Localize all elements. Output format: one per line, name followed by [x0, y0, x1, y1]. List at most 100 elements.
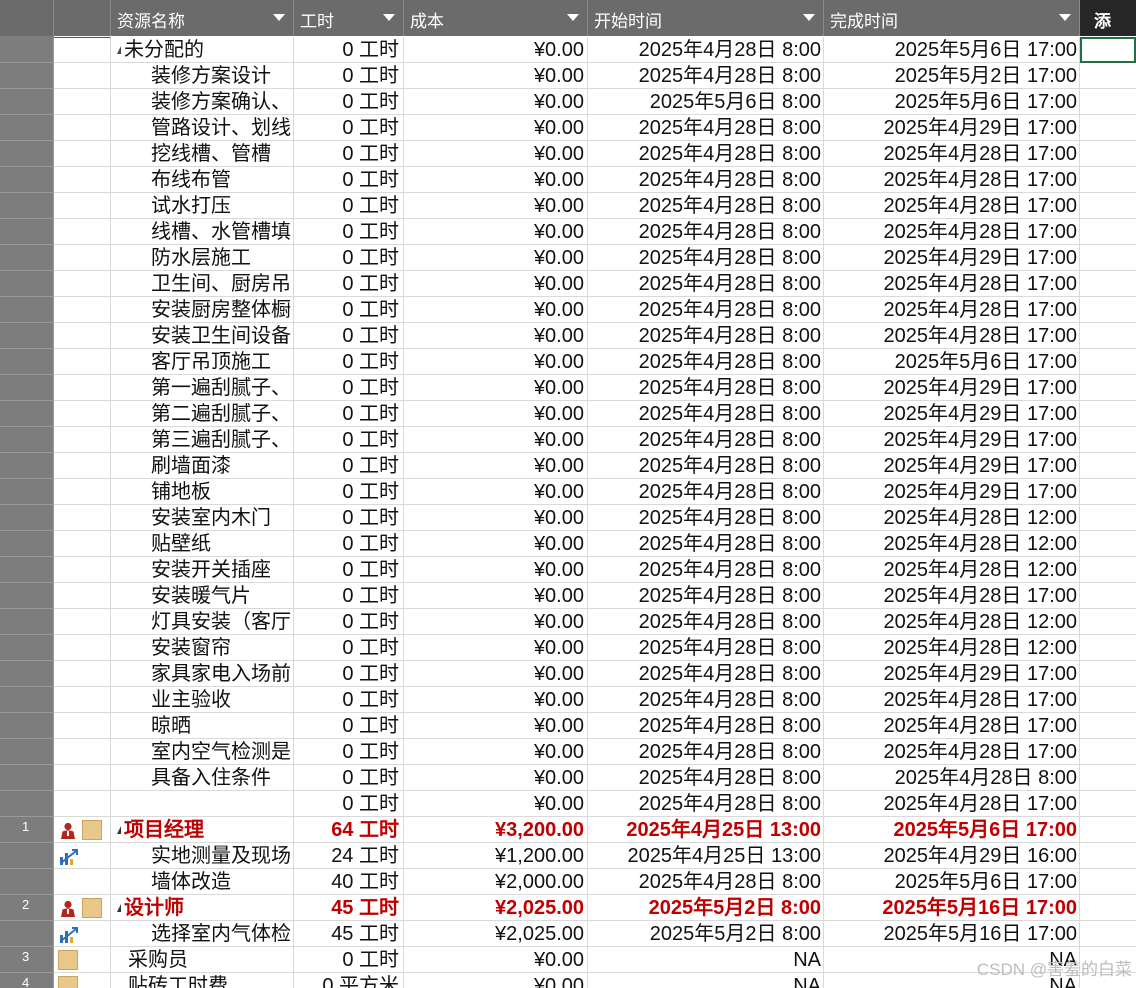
resource-name-cell[interactable]: 具备入住条件	[111, 765, 294, 791]
work-cell[interactable]: 0 工时	[294, 479, 404, 505]
cost-cell[interactable]: ¥0.00	[404, 635, 588, 661]
table-row[interactable]: 安装室内木门 0 工时 ¥0.00 2025年4月28日 8:00 2025年4月28日…	[0, 505, 1136, 531]
table-row[interactable]: 客厅吊顶施工 0 工时 ¥0.00 2025年4月28日 8:00 2025年5月6日 …	[0, 349, 1136, 375]
start-time-cell[interactable]: 2025年4月28日 8:00	[588, 869, 824, 895]
collapse-triangle-icon[interactable]	[113, 904, 121, 912]
start-time-cell[interactable]: 2025年4月28日 8:00	[588, 37, 824, 63]
indicators-cell[interactable]	[54, 739, 111, 765]
row-id-cell[interactable]	[0, 271, 54, 297]
work-cell[interactable]: 0 工时	[294, 531, 404, 557]
cost-cell[interactable]: ¥3,200.00	[404, 817, 588, 843]
add-new-column-header[interactable]: 添	[1080, 0, 1136, 36]
work-cell[interactable]: 40 工时	[294, 869, 404, 895]
add-column-cell[interactable]	[1080, 895, 1136, 921]
row-id-cell[interactable]	[0, 89, 54, 115]
resource-name-cell[interactable]: 第三遍刮腻子、	[111, 427, 294, 453]
indicators-cell[interactable]	[54, 583, 111, 609]
add-column-cell[interactable]	[1080, 869, 1136, 895]
resource-name-cell[interactable]: 卫生间、厨房吊	[111, 271, 294, 297]
cost-cell[interactable]: ¥0.00	[404, 219, 588, 245]
work-cell[interactable]: 0 工时	[294, 219, 404, 245]
row-id-cell[interactable]	[0, 609, 54, 635]
add-column-cell[interactable]	[1080, 609, 1136, 635]
row-id-cell[interactable]	[0, 427, 54, 453]
work-cell[interactable]: 0 工时	[294, 323, 404, 349]
indicators-cell[interactable]	[54, 661, 111, 687]
start-time-cell[interactable]: 2025年5月2日 8:00	[588, 921, 824, 947]
start-time-cell[interactable]: 2025年4月28日 8:00	[588, 635, 824, 661]
row-id-cell[interactable]	[0, 557, 54, 583]
add-column-cell[interactable]	[1080, 245, 1136, 271]
start-time-cell[interactable]: 2025年4月28日 8:00	[588, 349, 824, 375]
add-column-cell[interactable]	[1080, 141, 1136, 167]
start-time-cell[interactable]: 2025年4月28日 8:00	[588, 375, 824, 401]
note-icon[interactable]	[58, 950, 78, 970]
table-row[interactable]: 室内空气检测是 0 工时 ¥0.00 2025年4月28日 8:00 2025年4月28…	[0, 739, 1136, 765]
resource-name-cell[interactable]: 未分配的	[111, 37, 294, 63]
resource-name-cell[interactable]: 安装室内木门	[111, 505, 294, 531]
note-icon[interactable]	[58, 976, 78, 988]
resource-name-cell[interactable]: 安装厨房整体橱	[111, 297, 294, 323]
resource-name-cell[interactable]: 防水层施工	[111, 245, 294, 271]
finish-time-cell[interactable]: 2025年4月28日 12:00	[824, 609, 1080, 635]
indicators-cell[interactable]	[54, 713, 111, 739]
indicators-cell[interactable]	[54, 401, 111, 427]
start-time-cell[interactable]: 2025年4月28日 8:00	[588, 479, 824, 505]
start-time-cell[interactable]: 2025年4月25日 13:00	[588, 843, 824, 869]
work-cell[interactable]: 0 工时	[294, 245, 404, 271]
column-header-cost[interactable]: 成本	[404, 0, 588, 36]
finish-time-cell[interactable]: 2025年4月29日 17:00	[824, 115, 1080, 141]
table-row[interactable]: 安装卫生间设备 0 工时 ¥0.00 2025年4月28日 8:00 2025年4月28…	[0, 323, 1136, 349]
row-id-cell[interactable]	[0, 141, 54, 167]
row-id-cell[interactable]	[0, 401, 54, 427]
start-time-cell[interactable]: NA	[588, 973, 824, 988]
resource-name-cell[interactable]: 选择室内气体检	[111, 921, 294, 947]
add-column-cell[interactable]	[1080, 479, 1136, 505]
row-id-cell[interactable]	[0, 349, 54, 375]
cost-cell[interactable]: ¥0.00	[404, 453, 588, 479]
cost-cell[interactable]: ¥0.00	[404, 661, 588, 687]
column-header-start[interactable]: 开始时间	[588, 0, 824, 36]
table-row[interactable]: 0 工时 ¥0.00 2025年4月28日 8:00 2025年4月28日 17:00	[0, 791, 1136, 817]
resource-name-cell[interactable]	[111, 791, 294, 817]
resource-name-cell[interactable]: 室内空气检测是	[111, 739, 294, 765]
indicators-cell[interactable]	[54, 505, 111, 531]
indicators-cell[interactable]	[54, 869, 111, 895]
cost-cell[interactable]: ¥0.00	[404, 401, 588, 427]
finish-time-cell[interactable]: 2025年4月28日 17:00	[824, 141, 1080, 167]
start-time-cell[interactable]: 2025年4月25日 13:00	[588, 817, 824, 843]
resource-name-cell[interactable]: 客厅吊顶施工	[111, 349, 294, 375]
note-icon[interactable]	[82, 820, 102, 840]
add-column-cell[interactable]	[1080, 167, 1136, 193]
table-row[interactable]: 具备入住条件 0 工时 ¥0.00 2025年4月28日 8:00 2025年4月28日…	[0, 765, 1136, 791]
start-time-cell[interactable]: 2025年4月28日 8:00	[588, 219, 824, 245]
table-row[interactable]: 铺地板 0 工时 ¥0.00 2025年4月28日 8:00 2025年4月29日 17…	[0, 479, 1136, 505]
add-column-cell[interactable]	[1080, 557, 1136, 583]
start-time-cell[interactable]: 2025年4月28日 8:00	[588, 401, 824, 427]
resource-name-cell[interactable]: 刷墙面漆	[111, 453, 294, 479]
row-id-cell[interactable]	[0, 739, 54, 765]
resource-name-cell[interactable]: 装修方案设计	[111, 63, 294, 89]
finish-time-cell[interactable]: 2025年4月29日 17:00	[824, 401, 1080, 427]
finish-time-cell[interactable]: 2025年4月28日 12:00	[824, 531, 1080, 557]
add-column-cell[interactable]	[1080, 791, 1136, 817]
cost-cell[interactable]: ¥1,200.00	[404, 843, 588, 869]
indicators-cell[interactable]	[54, 115, 111, 141]
finish-time-cell[interactable]: 2025年4月29日 17:00	[824, 453, 1080, 479]
cost-cell[interactable]: ¥0.00	[404, 583, 588, 609]
cost-cell[interactable]: ¥0.00	[404, 765, 588, 791]
indicators-cell[interactable]	[54, 973, 111, 988]
resource-name-cell[interactable]: 安装开关插座	[111, 557, 294, 583]
row-id-cell[interactable]	[0, 687, 54, 713]
table-row[interactable]: 贴壁纸 0 工时 ¥0.00 2025年4月28日 8:00 2025年4月28日 12…	[0, 531, 1136, 557]
cost-cell[interactable]: ¥0.00	[404, 791, 588, 817]
cost-cell[interactable]: ¥0.00	[404, 193, 588, 219]
start-time-cell[interactable]: 2025年4月28日 8:00	[588, 167, 824, 193]
start-time-cell[interactable]: NA	[588, 947, 824, 973]
work-cell[interactable]: 0 工时	[294, 661, 404, 687]
finish-time-cell[interactable]: 2025年5月6日 17:00	[824, 89, 1080, 115]
add-column-cell[interactable]	[1080, 687, 1136, 713]
filter-dropdown-icon[interactable]	[383, 14, 395, 21]
finish-time-cell[interactable]: 2025年4月29日 17:00	[824, 661, 1080, 687]
add-column-cell[interactable]	[1080, 271, 1136, 297]
